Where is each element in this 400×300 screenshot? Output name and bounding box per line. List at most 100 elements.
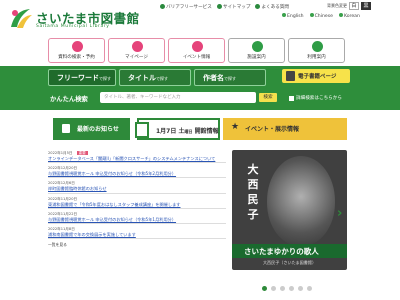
tab-latest-news-label: 最新のお知らせ [77,126,119,133]
site-header: さいたま市図書館 Saitama Municipal Library バリアフリ… [0,0,400,36]
person-icon [132,41,143,52]
site-subtitle: Saitama Municipal Library [36,24,110,29]
tab-freeword-sub: で探す [99,76,111,81]
bg-black-button[interactable]: 黒 [361,2,371,10]
list-item: 2022年12月20日 与野図書館視聴覚ホール 申込受付のお知らせ（令和5年2月… [48,163,226,179]
star-icon: ★ [231,122,240,132]
name-char: 民 [247,193,259,206]
poet-name: 大 西 民 子 [246,162,260,222]
simple-search-label: かんたん検索 [50,96,88,103]
event-banner[interactable]: 大 西 民 子 さいたまゆかりの歌人 大西民子（さいたま図書館） [232,150,347,270]
globe-icon [309,13,314,17]
nav-label: イベント情報 [182,55,211,60]
bg-white-button[interactable]: 白 [349,2,359,10]
event-caption: 大西民子（さいたま図書館） [262,260,317,265]
nav-events[interactable]: イベント情報 [168,38,225,63]
top-link-barrierfree[interactable]: バリアフリーサービス [160,4,212,10]
nav-label: マイページ [125,55,148,60]
ebook-label: 電子書籍ページ [298,74,337,80]
main-nav: 資料の検索・予約 マイページ イベント情報 施設案内 利用案内 [0,38,400,64]
globe-icon [338,13,343,17]
list-item: 2022年1月5日 重要 オンラインデータベース「聞蔵II」「新聞クロスサーチ」の… [48,148,226,164]
ebook-icon [286,71,295,81]
news-date: 2022年11月8日 [48,226,75,231]
tab-freeword[interactable]: フリーワードで探す [48,69,116,86]
tab-latest-news[interactable]: 最新のお知らせ [53,118,130,140]
question-icon [255,4,261,9]
tab-opening-info[interactable]: 1月7日 土曜日 開館情報 [135,118,220,140]
top-link-sitemap[interactable]: サイトマップ [216,4,250,10]
news-date: 2022年11月22日 [48,211,78,216]
list-item: 2022年11月20日 東浦和図書館で「令和5年度おはなしスタッフ養成講座」を開… [48,194,226,209]
list-item: 2022年11月22日 与野図書館視聴覚ホール 申込受付のお知らせ（令和5年1月… [48,209,226,224]
top-link-faq[interactable]: よくある質問 [255,4,289,10]
news-list: 2022年1月5日 重要 オンラインデータベース「聞蔵II」「新聞クロスサーチ」の… [48,148,226,298]
news-link[interactable]: 岸町図書館臨時休館のお知らせ [48,186,226,192]
tab-title[interactable]: タイトルで探す [119,69,191,86]
language-links: English Chinese Korean [282,13,360,19]
news-date: 2022年12月20日 [48,166,78,171]
nav-mypage[interactable]: マイページ [108,38,165,63]
advanced-search-link[interactable]: 詳細検索はこちらから [287,94,347,103]
next-slide-arrow-icon[interactable]: › [337,206,342,221]
top-links: バリアフリーサービス サイトマップ よくある質問 [160,4,289,10]
news-link[interactable]: 与野図書館視聴覚ホール 申込受付のお知らせ（令和5年2月利用分） [48,171,226,177]
lang-english[interactable]: English [282,13,304,19]
tab-events-exhibits[interactable]: ★ イベント・展示情報 [223,118,347,140]
name-char: 大 [247,163,259,176]
slide-dot[interactable] [271,286,276,291]
slide-dot[interactable] [289,286,294,291]
nav-usage-guide[interactable]: 利用案内 [288,38,345,63]
news-more-link[interactable]: 一覧を見る [48,242,67,248]
nav-search-reserve[interactable]: 資料の検索・予約 [48,38,105,63]
megaphone-icon [192,41,203,52]
search-button[interactable]: 検索 [259,93,277,102]
search-input[interactable]: タイトル、著者、キーワードなど入力 [100,92,256,103]
name-char: 子 [247,208,259,221]
search-panel: フリーワードで探す タイトルで探す 作者名で探す 電子書籍ページ かんたん検索 … [0,66,400,110]
background-color-label: 背景色変更 [327,3,347,8]
news-date: 2022年11月20日 [48,196,78,201]
calendar-icon [135,122,149,138]
tab-title-sub: で探す [156,76,168,81]
sitemap-icon [216,4,222,9]
slider-dots [262,286,312,291]
info-icon [312,41,323,52]
tab-title-label: タイトル [128,74,156,82]
event-title-band: さいたまゆかりの歌人 [232,244,347,258]
lang-korean[interactable]: Korean [338,13,360,19]
flag-icon [62,124,70,133]
slide-dot[interactable] [280,286,285,291]
info-tabs: 最新のお知らせ 1月7日 土曜日 開館情報 ★ イベント・展示情報 [0,118,400,140]
book-search-icon [72,41,83,52]
tab-author-sub: で探す [224,76,236,81]
ebook-page-button[interactable]: 電子書籍ページ [282,69,350,83]
lang-chinese[interactable]: Chinese [309,13,333,19]
portrait-photo [267,156,335,246]
important-badge: 重要 [76,151,88,155]
library-logo-icon[interactable] [8,7,34,31]
wheelchair-icon [160,4,165,9]
open-weekday-suffix: 曜日 [184,129,193,134]
news-link[interactable]: 浦和南図書館で年の交換展示を実施しています [48,232,226,238]
tab-author-label: 作者名 [203,74,224,82]
nav-label: 資料の検索・予約 [58,55,95,60]
news-date: 2022年12月6日 [48,181,75,186]
name-char: 西 [247,178,259,191]
tab-author[interactable]: 作者名で探す [194,69,266,86]
nav-label: 施設案内 [247,55,266,60]
building-icon [252,41,263,52]
nav-facilities[interactable]: 施設案内 [228,38,285,63]
event-title: さいたまゆかりの歌人 [244,247,319,256]
slide-dot[interactable] [298,286,303,291]
news-link[interactable]: 東浦和図書館で「令和5年度おはなしスタッフ養成講座」を開催します [48,202,226,208]
news-date: 2022年1月5日 [48,151,73,155]
background-color-switch: 背景色変更 白 黒 [327,2,371,10]
nav-label: 利用案内 [307,55,326,60]
slide-dot[interactable] [262,286,267,291]
news-link[interactable]: オンラインデータベース「聞蔵II」「新聞クロスサーチ」のシステムメンテナンスにつ… [48,156,226,162]
news-link[interactable]: 与野図書館視聴覚ホール 申込受付のお知らせ（令和5年1月利用分） [48,217,226,223]
tab-freeword-label: フリーワード [57,74,99,82]
list-item: 2022年12月6日 岸町図書館臨時休館のお知らせ [48,178,226,194]
slide-dot[interactable] [307,286,312,291]
